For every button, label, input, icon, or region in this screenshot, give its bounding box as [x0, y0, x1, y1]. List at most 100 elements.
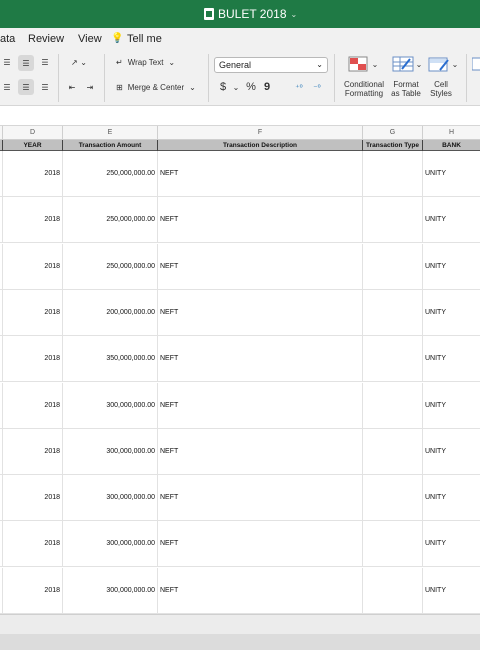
align-middle-icon[interactable]: ☰ [18, 55, 34, 71]
cell-transaction-description[interactable]: NEFT [158, 521, 363, 568]
decrease-indent-icon[interactable]: ⇤ [66, 80, 78, 94]
cell-transaction-type[interactable] [363, 289, 423, 336]
cell-transaction-description[interactable]: NEFT [158, 243, 363, 290]
cell-bank[interactable]: UNITY [423, 475, 480, 521]
cell-transaction-description[interactable]: NEFT [158, 567, 363, 614]
chevron-down-icon[interactable]: ⌄ [415, 57, 423, 71]
conditional-formatting-button[interactable]: Conditional Formatting [338, 79, 390, 99]
align-left-icon[interactable]: ☰ [0, 80, 14, 94]
cell-transaction-amount[interactable]: 350,000,000.00 [63, 336, 158, 383]
cell-year[interactable]: 2018 [3, 336, 63, 383]
column-header-h[interactable]: H [423, 126, 480, 140]
header-bank[interactable]: BANK [423, 140, 480, 151]
cell-transaction-amount[interactable]: 300,000,000.00 [63, 382, 158, 429]
cell-transaction-amount[interactable]: 250,000,000.00 [63, 151, 158, 197]
wrap-text-button[interactable]: ↵ Wrap Text ⌄ [116, 55, 196, 69]
formula-bar-area[interactable] [0, 106, 480, 126]
cell-year[interactable]: 2018 [3, 197, 63, 244]
lightbulb-icon: 💡 [111, 33, 124, 44]
column-header-d[interactable]: D [3, 126, 63, 140]
cell-year[interactable]: 2018 [3, 151, 63, 197]
chevron-down-icon[interactable]: ⌄ [371, 57, 379, 71]
cell-transaction-description[interactable]: NEFT [158, 289, 363, 336]
cell-transaction-type[interactable] [363, 428, 423, 475]
cell-transaction-description[interactable]: NEFT [158, 336, 363, 383]
cell-transaction-description[interactable]: NEFT [158, 151, 363, 197]
cell-year[interactable]: 2018 [3, 567, 63, 614]
cell-transaction-type[interactable] [363, 197, 423, 244]
header-transaction-type[interactable]: Transaction Type [363, 140, 423, 151]
format-as-table-button[interactable]: Format as Table [388, 79, 424, 99]
comma-style-button[interactable]: 9 [262, 80, 272, 94]
align-center-icon[interactable]: ☰ [18, 79, 34, 95]
tab-data[interactable]: ata [0, 33, 15, 45]
table-row: 2018 300,000,000.00 NEFT UNITY [0, 567, 480, 614]
cell-transaction-amount[interactable]: 250,000,000.00 [63, 197, 158, 244]
header-year[interactable]: YEAR [3, 140, 63, 151]
cell-transaction-amount[interactable]: 250,000,000.00 [63, 243, 158, 290]
conditional-formatting-icon[interactable] [348, 55, 368, 73]
tab-tell-me[interactable]: Tell me [127, 33, 162, 45]
cell-transaction-type[interactable] [363, 567, 423, 614]
orientation-icon[interactable]: ↗ ⌄ [66, 55, 92, 69]
cell-bank[interactable]: UNITY [423, 383, 480, 429]
chevron-down-icon[interactable]: ⌄ [451, 57, 459, 71]
merge-center-button[interactable]: ⊞ Merge & Center ⌄ [116, 80, 204, 94]
cell-year[interactable]: 2018 [3, 428, 63, 475]
column-header-e[interactable]: E [63, 126, 158, 140]
cell-transaction-amount[interactable]: 300,000,000.00 [63, 428, 158, 475]
tab-view[interactable]: View [78, 33, 102, 45]
cell-bank[interactable]: UNITY [423, 568, 480, 614]
sheet-tab-bar[interactable] [0, 614, 480, 634]
column-header-g[interactable]: G [363, 126, 423, 140]
cell-bank[interactable]: UNITY [423, 521, 480, 567]
number-format-select[interactable]: General ⌄ [214, 57, 328, 73]
cell-transaction-type[interactable] [363, 521, 423, 568]
cell-transaction-type[interactable] [363, 243, 423, 290]
cell-transaction-description[interactable]: NEFT [158, 475, 363, 522]
decrease-decimal-icon[interactable]: ⁻⁰ [310, 80, 324, 94]
merge-center-label: Merge & Center [127, 82, 185, 92]
header-transaction-amount[interactable]: Transaction Amount [63, 140, 158, 151]
cell-bank[interactable]: UNITY [423, 290, 480, 336]
table-row: 2018 250,000,000.00 NEFT UNITY [0, 151, 480, 197]
cell-bank[interactable]: UNITY [423, 336, 480, 382]
currency-dropdown-icon[interactable]: ⌄ [232, 80, 240, 94]
percent-button[interactable]: % [244, 80, 258, 94]
table-row: 2018 300,000,000.00 NEFT UNITY [0, 521, 480, 568]
cell-year[interactable]: 2018 [3, 521, 63, 568]
cell-transaction-amount[interactable]: 300,000,000.00 [63, 475, 158, 522]
currency-button[interactable]: $ [218, 80, 228, 94]
cell-styles-icon[interactable] [428, 55, 450, 73]
cell-transaction-type[interactable] [363, 382, 423, 429]
cell-transaction-type[interactable] [363, 475, 423, 522]
cell-year[interactable]: 2018 [3, 382, 63, 429]
cell-transaction-type[interactable] [363, 336, 423, 383]
cell-styles-button[interactable]: Cell Styles [428, 79, 454, 99]
format-as-table-icon[interactable] [392, 55, 414, 73]
insert-cells-icon[interactable] [472, 56, 480, 72]
cell-year[interactable]: 2018 [3, 289, 63, 336]
cell-transaction-amount[interactable]: 300,000,000.00 [63, 521, 158, 568]
column-header-f[interactable]: F [158, 126, 363, 140]
cell-transaction-amount[interactable]: 200,000,000.00 [63, 289, 158, 336]
increase-indent-icon[interactable]: ⇥ [84, 80, 96, 94]
cell-bank[interactable]: UNITY [423, 197, 480, 243]
align-bottom-icon[interactable]: ☰ [38, 55, 52, 69]
cell-bank[interactable]: UNITY [423, 429, 480, 475]
cell-transaction-description[interactable]: NEFT [158, 382, 363, 429]
cell-year[interactable]: 2018 [3, 475, 63, 522]
align-top-icon[interactable]: ☰ [0, 55, 14, 69]
align-right-icon[interactable]: ☰ [38, 80, 52, 94]
cell-transaction-description[interactable]: NEFT [158, 428, 363, 475]
cell-bank[interactable]: UNITY [423, 151, 480, 197]
cell-year[interactable]: 2018 [3, 243, 63, 290]
cell-transaction-description[interactable]: NEFT [158, 197, 363, 244]
window-title[interactable]: BULET 2018 ⌄ [204, 7, 297, 21]
header-transaction-description[interactable]: Transaction Description [158, 140, 363, 151]
cell-bank[interactable]: UNITY [423, 244, 480, 290]
cell-transaction-amount[interactable]: 300,000,000.00 [63, 567, 158, 614]
cell-transaction-type[interactable] [363, 151, 423, 197]
increase-decimal-icon[interactable]: ⁺⁰ [292, 80, 306, 94]
tab-review[interactable]: Review [28, 33, 64, 45]
